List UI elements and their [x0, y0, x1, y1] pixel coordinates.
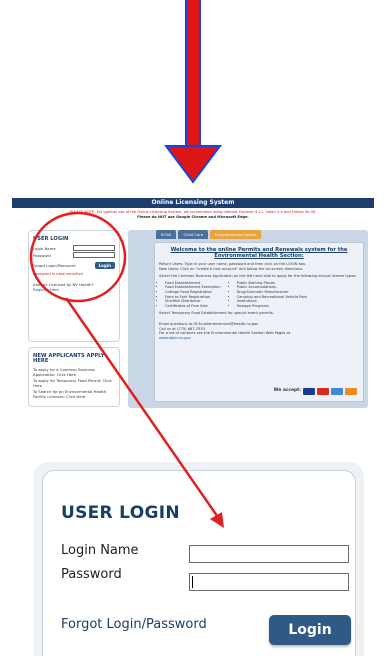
new-users-text: New Users: Click on "create a new accoun…	[159, 266, 304, 271]
we-accept-label: We accept:	[273, 388, 301, 394]
user-login-title: USER LOGIN	[33, 236, 69, 242]
welcome-heading: Welcome to the online Permits and Renewa…	[170, 247, 348, 259]
zoom-login-title: USER LOGIN	[61, 503, 180, 523]
amex-icon	[331, 388, 343, 395]
page-title: Online Licensing System	[151, 199, 235, 206]
license-list-left: Food Establishment Food Establishment Ex…	[159, 281, 221, 309]
welcome-panel: Welcome to the online Permits and Renewa…	[154, 242, 364, 402]
screenshot-thumbnail: Online Licensing System PLEASE NOTE: For…	[12, 190, 374, 422]
mastercard-icon	[317, 388, 329, 395]
forgot-login-link[interactable]: Forgot Login/Password	[33, 263, 76, 268]
select-text: Select the Common Business Application o…	[159, 274, 357, 279]
visa-icon	[303, 388, 315, 395]
tab-environmental-health[interactable]: Environmental Health	[210, 230, 262, 239]
zoomed-login-panel: USER LOGIN Login Name Password Forgot Lo…	[34, 462, 364, 656]
login-name-label: Login Name	[33, 245, 56, 251]
zoomed-login-box: USER LOGIN Login Name Password Forgot Lo…	[42, 470, 356, 656]
list-item: Certificates of Free Sale	[165, 304, 221, 309]
password-label: Password	[33, 252, 51, 258]
user-login-box: USER LOGIN Login Name Password Forgot Lo…	[28, 230, 120, 342]
title-bar: Online Licensing System	[12, 198, 374, 208]
license-types: Food Establishment Food Establishment Ex…	[159, 281, 359, 309]
tab-rce[interactable]: RC&E	[156, 230, 177, 239]
new-applicants-box: NEW APPLICANTS APPLY HERE To apply for a…	[28, 347, 120, 407]
tab-bar: RC&E Child Care Environmental Health	[156, 230, 262, 239]
temp-food-text: Select Temporary Food Establishment for …	[159, 311, 274, 316]
common-business-link[interactable]: To apply for a Common Business Applicati…	[33, 367, 115, 377]
browser-notice: PLEASE NOTE: For optimal use of the Onli…	[12, 210, 374, 220]
list-item: Sewage Programs	[237, 304, 307, 309]
zoom-login-button[interactable]: Login	[269, 615, 351, 645]
tab-child-care[interactable]: Child Care	[178, 230, 209, 239]
website-link[interactable]: www.dpbh.nv.gov	[159, 336, 359, 341]
notice-line-2: Please do NOT use Google Chrome and Micr…	[137, 215, 249, 219]
login-name-input[interactable]	[73, 245, 115, 251]
case-sensitive-note: Password is case sensitive	[33, 271, 83, 276]
login-button[interactable]: Login	[94, 262, 115, 269]
facility-search-link[interactable]: To Search for an Environmental Health Fa…	[33, 389, 115, 399]
new-applicants-title: NEW APPLICANTS APPLY HERE	[33, 353, 105, 364]
zoom-login-name-label: Login Name	[61, 543, 139, 558]
license-list-right: Public Bathing Places Public Accomodatio…	[231, 281, 307, 309]
zoom-forgot-link[interactable]: Forgot Login/Password	[61, 617, 207, 632]
left-column: USER LOGIN Login Name Password Forgot Lo…	[28, 230, 120, 407]
discover-icon	[345, 388, 357, 395]
zoom-password-label: Password	[61, 567, 122, 582]
text-cursor	[192, 576, 193, 588]
password-input[interactable]	[73, 252, 115, 258]
register-link[interactable]: Register Here	[33, 287, 115, 292]
payment-methods: We accept:	[274, 388, 357, 395]
temp-food-link[interactable]: To apply for Temporary Food Permit: Clic…	[33, 378, 115, 388]
content-panel: RC&E Child Care Environmental Health Wel…	[128, 230, 368, 408]
down-arrow-icon	[164, 0, 222, 184]
zoom-login-name-input[interactable]	[189, 545, 349, 563]
zoom-password-input[interactable]	[189, 573, 349, 591]
